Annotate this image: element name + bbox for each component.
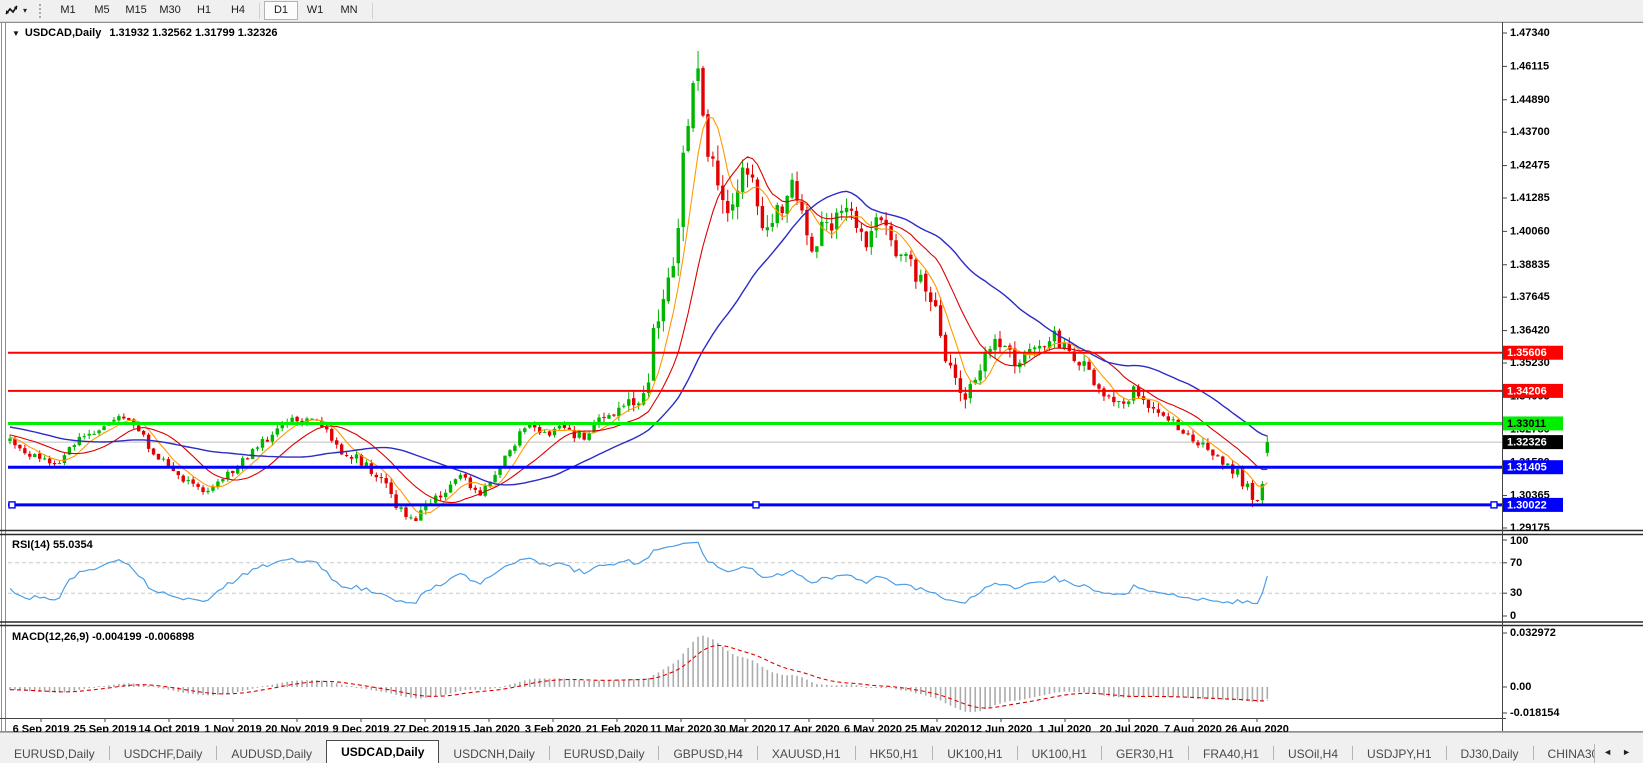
hline-price-flag: 1.31405 bbox=[1503, 460, 1563, 475]
svg-text:1.47340: 1.47340 bbox=[1510, 27, 1550, 39]
tab-usoil-h4[interactable]: USOil,H4 bbox=[1274, 744, 1352, 763]
toolbar-separator bbox=[259, 2, 261, 19]
svg-text:1.30022: 1.30022 bbox=[1507, 499, 1547, 511]
toolbar-separator bbox=[372, 2, 374, 19]
svg-text:1.46115: 1.46115 bbox=[1510, 60, 1549, 72]
chart-canvas[interactable]: 1.47340 1.46115 1.44890 1.43700 1.42475 1.412… bbox=[0, 0, 1643, 763]
timeframe-button-m30[interactable]: M30 bbox=[153, 1, 187, 20]
timeframe-button-m1[interactable]: M1 bbox=[51, 1, 85, 20]
hline-price-flag: 1.30022 bbox=[1503, 497, 1563, 512]
svg-text:0.032972: 0.032972 bbox=[1510, 627, 1556, 639]
timeframe-toolbar: ▾ M1 M5 M15 M30 H1 H4 D1 W1 MN bbox=[0, 0, 1643, 22]
timeframe-button-w1[interactable]: W1 bbox=[298, 1, 332, 20]
tab-scroll-buttons: ◄ ► bbox=[1594, 744, 1643, 763]
macd-indicator-label: MACD(12,26,9) -0.004199 -0.006898 bbox=[12, 631, 195, 643]
svg-text:1.32326: 1.32326 bbox=[1507, 437, 1547, 449]
hline-handle[interactable] bbox=[8, 501, 16, 509]
timeframe-buttons: M1 M5 M15 M30 H1 H4 D1 W1 MN bbox=[51, 1, 366, 20]
tab-usdchf-daily[interactable]: USDCHF,Daily bbox=[110, 744, 217, 763]
mt4-application: ▾ M1 M5 M15 M30 H1 H4 D1 W1 MN ▼ USDCAD,Daily 1.31… bbox=[0, 0, 1643, 763]
hline-price-flag: 1.35606 bbox=[1503, 345, 1563, 360]
bid-price-flag: 1.32326 bbox=[1503, 435, 1563, 450]
hline-price-flag: 1.34206 bbox=[1503, 383, 1563, 398]
tab-eurusd-daily[interactable]: EURUSD,Daily bbox=[550, 744, 659, 763]
svg-text:70: 70 bbox=[1510, 557, 1522, 569]
chart-tabs: EURUSD,Daily USDCHF,Daily AUDUSD,Daily USDC… bbox=[0, 733, 1594, 763]
tab-ger30-h1[interactable]: GER30,H1 bbox=[1102, 744, 1188, 763]
timeframe-button-h4[interactable]: H4 bbox=[221, 1, 255, 20]
chart-tab-bar: EURUSD,Daily USDCHF,Daily AUDUSD,Daily USDC… bbox=[0, 732, 1643, 763]
chart-cursor-icon[interactable] bbox=[3, 3, 21, 19]
svg-text:-0.018154: -0.018154 bbox=[1510, 707, 1560, 719]
tab-fra40-h1[interactable]: FRA40,H1 bbox=[1189, 744, 1273, 763]
hline-price-flag: 1.33011 bbox=[1503, 416, 1563, 431]
svg-text:1.38835: 1.38835 bbox=[1510, 259, 1550, 271]
svg-text:30: 30 bbox=[1510, 587, 1522, 599]
tab-usdjpy-h1[interactable]: USDJPY,H1 bbox=[1353, 744, 1445, 763]
tab-audusd-daily[interactable]: AUDUSD,Daily bbox=[217, 744, 326, 763]
svg-text:1.41285: 1.41285 bbox=[1510, 192, 1550, 204]
svg-text:0: 0 bbox=[1510, 610, 1516, 622]
timeframe-button-h1[interactable]: H1 bbox=[187, 1, 221, 20]
symbol-dropdown-icon[interactable]: ▼ bbox=[12, 29, 20, 38]
chart-title: ▼ USDCAD,Daily 1.31932 1.32562 1.31799 1.3… bbox=[12, 27, 278, 39]
svg-text:1.43700: 1.43700 bbox=[1510, 126, 1550, 138]
svg-text:1.42475: 1.42475 bbox=[1510, 160, 1550, 172]
toolbar-grip bbox=[39, 3, 42, 18]
timeframe-button-m5[interactable]: M5 bbox=[85, 1, 119, 20]
svg-text:1.31405: 1.31405 bbox=[1507, 462, 1547, 474]
tab-dj30-daily[interactable]: DJ30,Daily bbox=[1447, 744, 1533, 763]
tab-usdcnh-daily[interactable]: USDCNH,Daily bbox=[439, 744, 548, 763]
tab-scroll-left-icon[interactable]: ◄ bbox=[1603, 747, 1612, 757]
cursor-dropdown-caret-icon[interactable]: ▾ bbox=[23, 6, 27, 15]
hline-handle[interactable] bbox=[752, 501, 760, 509]
svg-text:1.34206: 1.34206 bbox=[1507, 385, 1547, 397]
tab-usdcad-daily[interactable]: USDCAD,Daily bbox=[326, 740, 440, 763]
tab-china300-h1[interactable]: CHINA300,H1 bbox=[1534, 744, 1595, 763]
svg-text:1.36420: 1.36420 bbox=[1510, 325, 1550, 337]
svg-text:1.40060: 1.40060 bbox=[1510, 225, 1550, 237]
tab-uk100-h1[interactable]: UK100,H1 bbox=[933, 744, 1016, 763]
svg-text:1.37645: 1.37645 bbox=[1510, 291, 1550, 303]
svg-text:1.44890: 1.44890 bbox=[1510, 94, 1550, 106]
tab-xauusd-h1[interactable]: XAUUSD,H1 bbox=[758, 744, 855, 763]
tab-gbpusd-h4[interactable]: GBPUSD,H4 bbox=[659, 744, 756, 763]
timeframe-button-mn[interactable]: MN bbox=[332, 1, 366, 20]
svg-text:1.29175: 1.29175 bbox=[1510, 522, 1550, 534]
chart-symbol-label: USDCAD,Daily bbox=[24, 27, 102, 39]
tab-hk50-h1[interactable]: HK50,H1 bbox=[856, 744, 933, 763]
timeframe-button-m15[interactable]: M15 bbox=[119, 1, 153, 20]
tab-eurusd-daily[interactable]: EURUSD,Daily bbox=[0, 744, 109, 763]
chart-ohlc-values: 1.31932 1.32562 1.31799 1.32326 bbox=[109, 27, 278, 39]
tab-uk100-h1[interactable]: UK100,H1 bbox=[1018, 744, 1101, 763]
svg-text:0.00: 0.00 bbox=[1510, 681, 1531, 693]
svg-text:100: 100 bbox=[1510, 535, 1528, 547]
tab-scroll-right-icon[interactable]: ► bbox=[1622, 747, 1631, 757]
svg-text:1.33011: 1.33011 bbox=[1507, 418, 1546, 430]
timeframe-button-d1[interactable]: D1 bbox=[264, 1, 299, 20]
hline-handle[interactable] bbox=[1490, 501, 1498, 509]
svg-text:1.35606: 1.35606 bbox=[1507, 347, 1547, 359]
rsi-indicator-label: RSI(14) 55.0354 bbox=[12, 539, 93, 551]
